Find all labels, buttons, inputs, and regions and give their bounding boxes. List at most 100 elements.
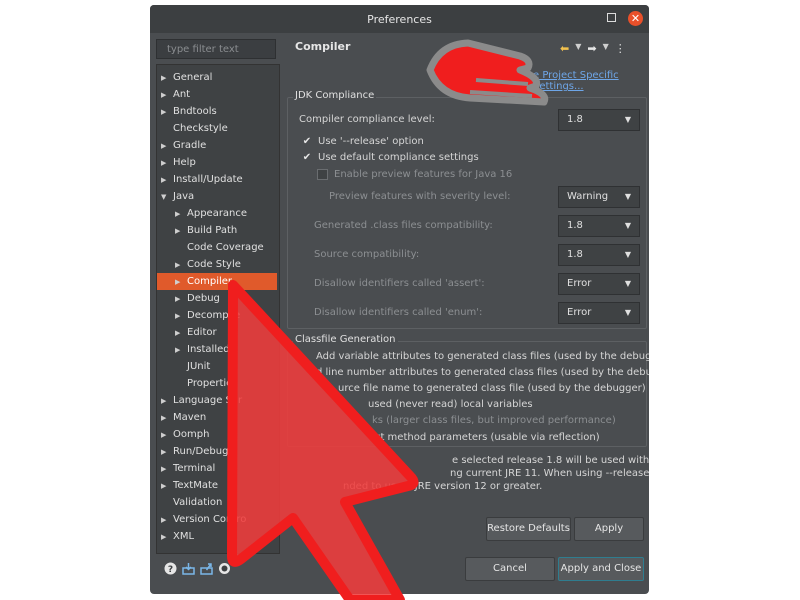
help-icon[interactable]: ? bbox=[164, 562, 177, 575]
sidebar-item[interactable]: Code Coverage bbox=[157, 239, 277, 256]
chevron-down-icon: ▼ bbox=[624, 192, 631, 201]
sidebar-item[interactable]: ▶ Language Ser bbox=[157, 392, 277, 409]
enum-select[interactable]: Error ▼ bbox=[558, 302, 640, 324]
info-text-line: ng current JRE 11. When using --release,… bbox=[450, 468, 649, 479]
back-arrow-icon[interactable]: ⬅ bbox=[560, 42, 569, 55]
sidebar-item[interactable]: ▶ Bndtools bbox=[157, 103, 277, 120]
classfile-option[interactable]: used (never read) local variables bbox=[368, 399, 533, 410]
sidebar-item-label: Maven bbox=[173, 412, 207, 423]
default-settings-checkbox[interactable]: ✔ Use default compliance settings bbox=[302, 152, 479, 163]
sidebar-item[interactable]: ▶ Appearance bbox=[157, 205, 277, 222]
close-icon[interactable]: ✕ bbox=[628, 11, 643, 26]
compliance-level-label: Compiler compliance level: bbox=[299, 114, 435, 125]
preferences-tree[interactable]: ▶ General ▶ Ant ▶ Bndtools Checkstyle ▶ Gradle ▶ H… bbox=[156, 64, 280, 554]
compliance-level-select[interactable]: 1.8 ▼ bbox=[558, 109, 640, 131]
record-icon[interactable] bbox=[218, 562, 231, 575]
sidebar-item-label: Oomph bbox=[173, 429, 210, 440]
sidebar-item[interactable]: ▶ Ant bbox=[157, 86, 277, 103]
chevron-right-icon[interactable]: ▶ bbox=[175, 223, 187, 240]
generated-compat-label: Generated .class files compatibility: bbox=[314, 220, 493, 231]
sidebar-item-label: Properties bbox=[187, 378, 238, 389]
chevron-right-icon[interactable]: ▶ bbox=[161, 138, 173, 155]
sidebar-item[interactable]: Validation bbox=[157, 494, 277, 511]
generated-compat-select[interactable]: 1.8 ▼ bbox=[558, 215, 640, 237]
sidebar-item[interactable]: ▶ Build Path bbox=[157, 222, 277, 239]
assert-select[interactable]: Error ▼ bbox=[558, 273, 640, 295]
chevron-right-icon[interactable]: ▶ bbox=[161, 155, 173, 172]
export-icon[interactable] bbox=[200, 562, 213, 575]
restore-defaults-button[interactable]: Restore Defaults bbox=[486, 517, 571, 541]
window-title: Preferences bbox=[367, 12, 432, 26]
sidebar-item[interactable]: ▶ TextMate bbox=[157, 477, 277, 494]
sidebar-item-label: XML bbox=[173, 531, 195, 542]
chevron-right-icon[interactable]: ▶ bbox=[175, 291, 187, 308]
chevron-right-icon[interactable]: ▶ bbox=[161, 529, 173, 546]
chevron-right-icon[interactable]: ▶ bbox=[175, 257, 187, 274]
sidebar-item[interactable]: ▶ XML bbox=[157, 528, 277, 545]
sidebar-item[interactable]: JUnit bbox=[157, 358, 277, 375]
sidebar-item[interactable]: ▶ Install/Update bbox=[157, 171, 277, 188]
classfile-option[interactable]: Add variable attributes to generated cla… bbox=[316, 351, 649, 362]
sidebar-item[interactable]: ▶ Editor bbox=[157, 324, 277, 341]
apply-button[interactable]: Apply bbox=[574, 517, 644, 541]
filter-input[interactable]: type filter text bbox=[156, 39, 276, 59]
chevron-right-icon[interactable]: ▶ bbox=[161, 87, 173, 104]
sidebar-item[interactable]: ▶ Terminal bbox=[157, 460, 277, 477]
sidebar-item[interactable]: ▶ Installed J bbox=[157, 341, 277, 358]
chevron-down-icon[interactable]: ▼ bbox=[161, 189, 173, 206]
release-option-checkbox[interactable]: ✔ Use '--release' option bbox=[302, 136, 424, 147]
chevron-right-icon[interactable]: ▶ bbox=[161, 427, 173, 444]
sidebar-item[interactable]: ▶ Code Style bbox=[157, 256, 277, 273]
chevron-right-icon[interactable]: ▶ bbox=[161, 444, 173, 461]
chevron-right-icon[interactable]: ▶ bbox=[175, 308, 187, 325]
apply-and-close-button[interactable]: Apply and Close bbox=[558, 557, 644, 581]
classfile-option[interactable]: ks (larger class files, but improved per… bbox=[372, 415, 616, 426]
classfile-option[interactable]: urce file name to generated class file (… bbox=[338, 383, 646, 394]
menu-icon[interactable]: ⋮ bbox=[615, 42, 626, 55]
sidebar-item[interactable]: ▶ Maven bbox=[157, 409, 277, 426]
preview-severity-select[interactable]: Warning ▼ bbox=[558, 186, 640, 208]
sidebar-item[interactable]: ▶ Version Contro bbox=[157, 511, 277, 528]
chevron-down-icon[interactable]: ▼ bbox=[603, 42, 609, 55]
forward-arrow-icon[interactable]: ➡ bbox=[587, 42, 596, 55]
chevron-right-icon[interactable]: ▶ bbox=[161, 410, 173, 427]
sidebar-item-label: Debug bbox=[187, 293, 220, 304]
chevron-right-icon[interactable]: ▶ bbox=[161, 478, 173, 495]
import-icon[interactable] bbox=[182, 562, 195, 575]
source-compat-select[interactable]: 1.8 ▼ bbox=[558, 244, 640, 266]
chevron-right-icon[interactable]: ▶ bbox=[175, 274, 187, 291]
sidebar-item[interactable]: ▶ Compiler bbox=[157, 273, 277, 290]
cancel-button[interactable]: Cancel bbox=[465, 557, 555, 581]
nav-toolbar: ⬅ ▼ ➡ ▼ ⋮ bbox=[560, 42, 626, 55]
sidebar-item[interactable]: ▶ Run/Debug bbox=[157, 443, 277, 460]
sidebar-item[interactable]: Checkstyle bbox=[157, 120, 277, 137]
chevron-right-icon[interactable]: ▶ bbox=[161, 393, 173, 410]
sidebar-item[interactable]: ▼ Java bbox=[157, 188, 277, 205]
chevron-right-icon[interactable]: ▶ bbox=[161, 70, 173, 87]
chevron-right-icon[interactable]: ▶ bbox=[175, 206, 187, 223]
sidebar-item-label: Help bbox=[173, 157, 196, 168]
chevron-right-icon[interactable]: ▶ bbox=[161, 461, 173, 478]
classfile-option[interactable]: out method parameters (usable via reflec… bbox=[368, 432, 600, 443]
project-settings-link[interactable]: e Project Specific Settings... bbox=[533, 70, 649, 92]
sidebar-item-label: Appearance bbox=[187, 208, 248, 219]
sidebar-item[interactable]: ▶ Debug bbox=[157, 290, 277, 307]
sidebar-item[interactable]: ▶ Gradle bbox=[157, 137, 277, 154]
enable-preview-checkbox[interactable]: Enable preview features for Java 16 bbox=[317, 169, 512, 180]
sidebar-item[interactable]: ▶ Help bbox=[157, 154, 277, 171]
chevron-right-icon[interactable]: ▶ bbox=[175, 342, 187, 359]
sidebar-item[interactable]: ▶ Decompile bbox=[157, 307, 277, 324]
sidebar-item[interactable]: Properties bbox=[157, 375, 277, 392]
sidebar-item-label: Code Coverage bbox=[187, 242, 264, 253]
preferences-window: Preferences ✕ type filter text ▶ General ▶… bbox=[150, 5, 649, 594]
chevron-right-icon[interactable]: ▶ bbox=[161, 172, 173, 189]
chevron-right-icon[interactable]: ▶ bbox=[161, 104, 173, 121]
sidebar-item[interactable]: ▶ General bbox=[157, 69, 277, 86]
maximize-icon[interactable] bbox=[607, 13, 616, 22]
classfile-option[interactable]: d line number attributes to generated cl… bbox=[316, 367, 649, 378]
enum-label: Disallow identifiers called 'enum': bbox=[314, 307, 483, 318]
chevron-down-icon[interactable]: ▼ bbox=[575, 42, 581, 55]
sidebar-item[interactable]: ▶ Oomph bbox=[157, 426, 277, 443]
chevron-right-icon[interactable]: ▶ bbox=[175, 325, 187, 342]
chevron-right-icon[interactable]: ▶ bbox=[161, 512, 173, 529]
